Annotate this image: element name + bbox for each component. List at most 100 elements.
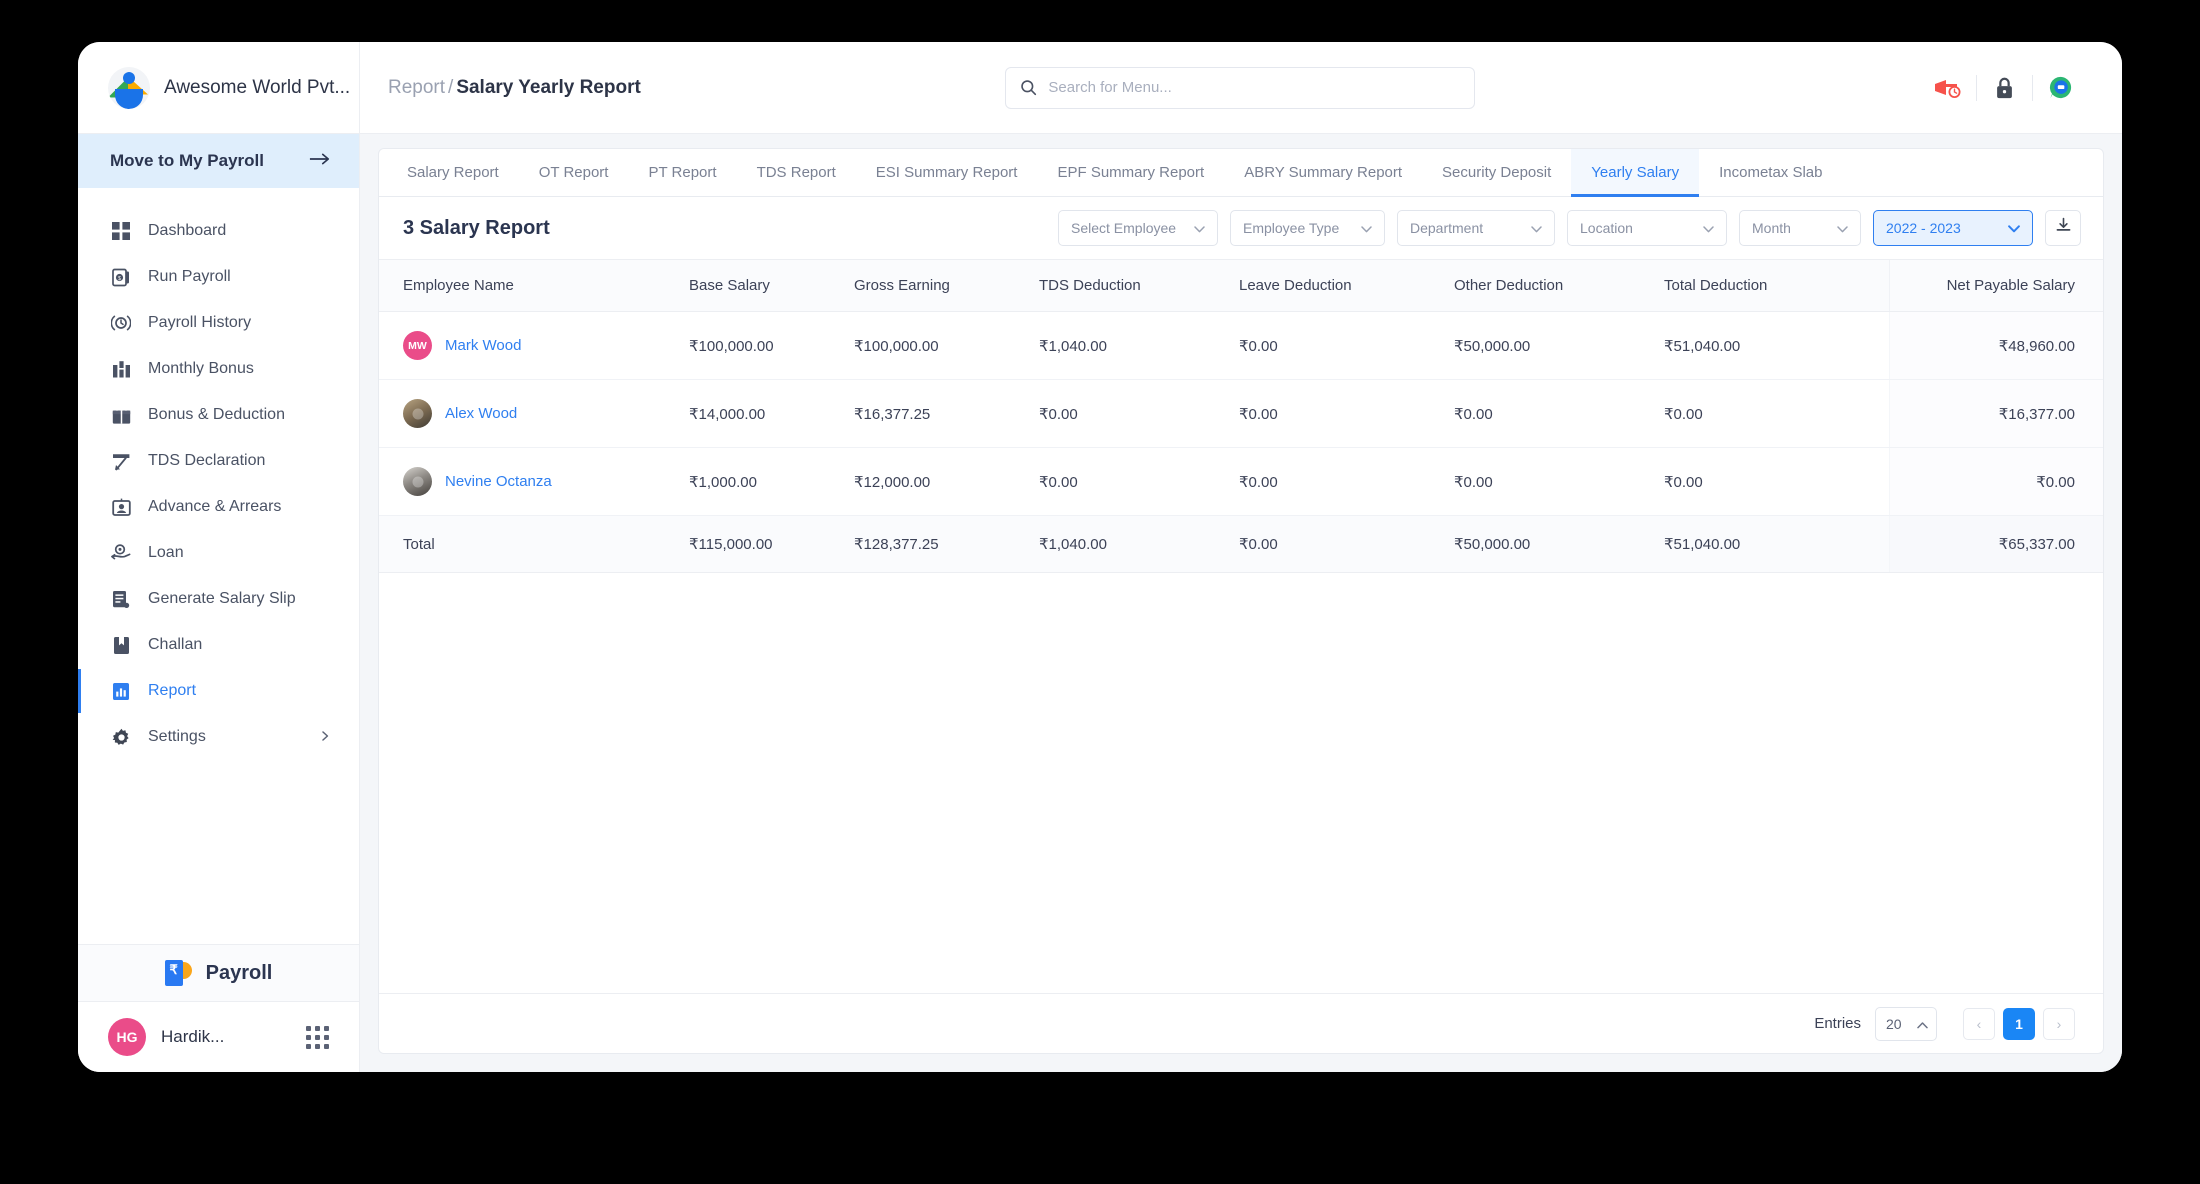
table-row[interactable]: MW Mark Wood ₹100,000.00 ₹100,000.00 ₹1,…: [379, 311, 2103, 380]
sidebar-item-label: Challan: [148, 636, 203, 653]
sidebar-item-loan[interactable]: Loan: [78, 530, 359, 576]
move-to-my-payroll-button[interactable]: Move to My Payroll: [78, 134, 359, 188]
table-row[interactable]: Alex Wood ₹14,000.00 ₹16,377.25 ₹0.00 ₹0…: [379, 379, 2103, 448]
chat-support-icon[interactable]: [2032, 68, 2088, 108]
gross-earning-cell: ₹12,000.00: [854, 447, 1039, 516]
employee-name-link[interactable]: Mark Wood: [445, 337, 521, 354]
next-page-button[interactable]: ›: [2043, 1007, 2075, 1040]
tab-abry-summary-report[interactable]: ABRY Summary Report: [1224, 149, 1422, 196]
sidebar-item-challan[interactable]: Challan: [78, 622, 359, 668]
sidebar-nav: Dashboard $ Run Payroll Payroll History …: [78, 188, 359, 944]
employee-name-link[interactable]: Alex Wood: [445, 405, 517, 422]
employee-name-link[interactable]: Nevine Octanza: [445, 473, 552, 490]
payroll-badge-label: Payroll: [205, 961, 273, 984]
tab-incometax-slab[interactable]: Incometax Slab: [1699, 149, 1842, 196]
salary-slip-icon: [110, 588, 132, 610]
base-salary-cell: ₹1,000.00: [689, 447, 854, 516]
page-1-button[interactable]: 1: [2003, 1007, 2035, 1040]
sidebar-item-bonus-deduction[interactable]: Bonus & Deduction: [78, 392, 359, 438]
chevron-down-icon: [1531, 220, 1542, 236]
lock-icon[interactable]: [1976, 68, 2032, 108]
company-logo-icon: [108, 66, 150, 109]
department-dropdown[interactable]: Department: [1397, 210, 1555, 246]
gross-earning-cell: ₹100,000.00: [854, 311, 1039, 380]
column-header-base-salary[interactable]: Base Salary: [689, 259, 854, 312]
tab-epf-summary-report[interactable]: EPF Summary Report: [1037, 149, 1224, 196]
other-deduction-cell: ₹0.00: [1454, 447, 1664, 516]
breadcrumb-root[interactable]: Report: [388, 77, 445, 98]
column-header-other-deduction[interactable]: Other Deduction: [1454, 259, 1664, 312]
sidebar-user-row[interactable]: HG Hardik...: [78, 1002, 359, 1072]
entries-per-page-select[interactable]: 20: [1875, 1006, 1937, 1041]
tab-ot-report[interactable]: OT Report: [519, 149, 629, 196]
report-card: Salary Report OT Report PT Report TDS Re…: [378, 148, 2104, 1054]
chevron-down-icon: [2008, 220, 2020, 236]
bonus-deduction-icon: [110, 404, 132, 426]
tds-declaration-icon: [110, 450, 132, 472]
tab-tds-report[interactable]: TDS Report: [737, 149, 856, 196]
table-footer: Entries 20 ‹ 1 ›: [379, 993, 2103, 1053]
sidebar-item-settings[interactable]: Settings: [78, 714, 359, 760]
top-icon-group: [1920, 68, 2122, 108]
sidebar-item-tds-declaration[interactable]: TDS Declaration: [78, 438, 359, 484]
move-to-my-payroll-label: Move to My Payroll: [110, 151, 264, 170]
month-dropdown[interactable]: Month: [1739, 210, 1861, 246]
financial-year-dropdown[interactable]: 2022 - 2023: [1873, 210, 2033, 246]
location-label: Location: [1580, 220, 1633, 236]
chevron-down-icon: [1837, 220, 1848, 236]
sidebar-item-advance-arrears[interactable]: Advance & Arrears: [78, 484, 359, 530]
sidebar-item-label: TDS Declaration: [148, 452, 266, 469]
sidebar-item-label: Report: [148, 682, 197, 699]
total-leave-deduction: ₹0.00: [1239, 515, 1454, 573]
column-header-tds-deduction[interactable]: TDS Deduction: [1039, 259, 1239, 312]
sidebar-item-dashboard[interactable]: Dashboard: [78, 208, 359, 254]
tds-deduction-cell: ₹0.00: [1039, 447, 1239, 516]
base-salary-cell: ₹100,000.00: [689, 311, 854, 380]
sidebar-item-report[interactable]: Report: [78, 668, 359, 714]
column-header-total-deduction[interactable]: Total Deduction: [1664, 259, 1889, 312]
prev-page-button[interactable]: ‹: [1963, 1007, 1995, 1040]
column-header-net-payable-salary[interactable]: Net Payable Salary: [1888, 259, 2103, 312]
tab-esi-summary-report[interactable]: ESI Summary Report: [856, 149, 1038, 196]
brand-block[interactable]: Awesome World Pvt...: [78, 42, 360, 133]
location-dropdown[interactable]: Location: [1567, 210, 1727, 246]
sidebar-item-monthly-bonus[interactable]: Monthly Bonus: [78, 346, 359, 392]
total-total-deduction: ₹51,040.00: [1664, 515, 1889, 573]
total-net-payable: ₹65,337.00: [1888, 515, 2103, 573]
employee-name-cell: MW Mark Wood: [379, 311, 689, 380]
download-button[interactable]: [2045, 210, 2081, 246]
apps-grid-icon[interactable]: [306, 1025, 329, 1049]
leave-deduction-cell: ₹0.00: [1239, 379, 1454, 448]
sidebar-item-run-payroll[interactable]: $ Run Payroll: [78, 254, 359, 300]
sidebar-item-label: Run Payroll: [148, 268, 231, 285]
employee-type-dropdown[interactable]: Employee Type: [1230, 210, 1385, 246]
table-row[interactable]: Nevine Octanza ₹1,000.00 ₹12,000.00 ₹0.0…: [379, 447, 2103, 516]
total-tds-deduction: ₹1,040.00: [1039, 515, 1239, 573]
leave-deduction-cell: ₹0.00: [1239, 311, 1454, 380]
sidebar-item-label: Settings: [148, 728, 206, 745]
column-header-gross-earning[interactable]: Gross Earning: [854, 259, 1039, 312]
tab-security-deposit[interactable]: Security Deposit: [1422, 149, 1571, 196]
menu-search-box[interactable]: [1005, 66, 1476, 109]
column-header-employee-name[interactable]: Employee Name: [379, 259, 689, 312]
tab-salary-report[interactable]: Salary Report: [387, 149, 519, 196]
announcement-clock-icon[interactable]: [1920, 68, 1976, 108]
tab-yearly-salary[interactable]: Yearly Salary: [1571, 149, 1700, 197]
payroll-rupee-icon: ₹: [164, 958, 192, 988]
sidebar-item-generate-salary-slip[interactable]: Generate Salary Slip: [78, 576, 359, 622]
monthly-bonus-icon: [110, 358, 132, 380]
search-input[interactable]: [1048, 79, 1461, 96]
loan-icon: [110, 542, 132, 564]
chevron-up-icon: [1917, 1016, 1928, 1032]
pagination: ‹ 1 ›: [1963, 1007, 2075, 1040]
breadcrumb-separator: /: [448, 76, 454, 98]
arrow-right-icon: [309, 152, 331, 171]
tab-pt-report[interactable]: PT Report: [628, 149, 736, 196]
other-deduction-cell: ₹0.00: [1454, 379, 1664, 448]
sidebar-item-payroll-history[interactable]: Payroll History: [78, 300, 359, 346]
total-deduction-cell: ₹0.00: [1664, 379, 1889, 448]
column-header-leave-deduction[interactable]: Leave Deduction: [1239, 259, 1454, 312]
select-employee-dropdown[interactable]: Select Employee: [1058, 210, 1218, 246]
total-deduction-cell: ₹51,040.00: [1664, 311, 1889, 380]
payroll-badge[interactable]: ₹ Payroll: [78, 944, 359, 1002]
